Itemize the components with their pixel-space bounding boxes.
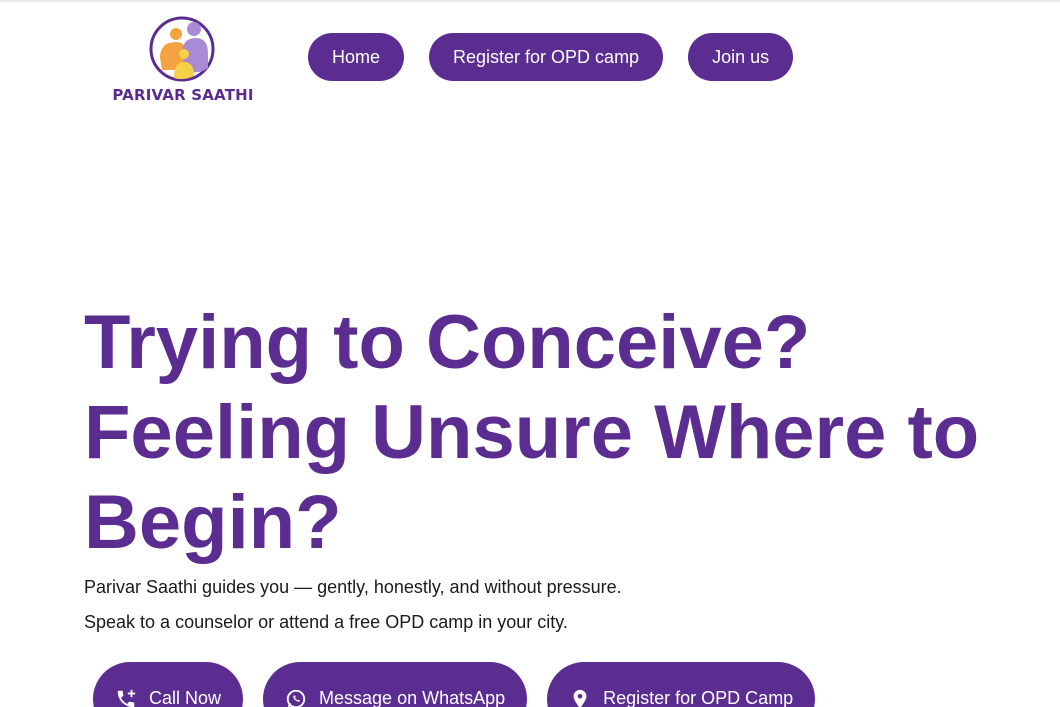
top-divider <box>0 0 1060 2</box>
family-circle-logo-icon <box>149 16 215 82</box>
whatsapp-button[interactable]: Message on WhatsApp <box>263 662 528 707</box>
phone-plus-icon <box>115 688 137 707</box>
nav-home-button[interactable]: Home <box>308 33 405 81</box>
call-now-label: Call Now <box>149 688 222 707</box>
nav-join-us-button[interactable]: Join us <box>688 33 794 81</box>
main-nav: Home Register for OPD camp Join us <box>308 33 794 81</box>
hero-title: Trying to Conceive? Feeling Unsure Where… <box>84 298 1024 568</box>
hero-subtitle-1: Parivar Saathi guides you — gently, hone… <box>84 577 622 597</box>
brand-name: PARIVAR SAATHI <box>112 86 254 104</box>
page: PARIVAR SAATHI Home Register for OPD cam… <box>0 0 1060 707</box>
call-now-button[interactable]: Call Now <box>93 662 244 707</box>
register-opd-camp-label: Register for OPD Camp <box>603 688 794 707</box>
cta-row: Call Now Message on WhatsApp Register fo… <box>93 662 816 707</box>
hero-title-line-3: Begin? <box>84 480 342 565</box>
nav-register-opd-button[interactable]: Register for OPD camp <box>429 33 664 81</box>
location-pin-icon <box>569 688 591 707</box>
hero-title-line-2: Feeling Unsure Where to <box>84 390 980 475</box>
hero-subtitle-2: Speak to a counselor or attend a free OP… <box>84 612 568 632</box>
brand-logo[interactable]: PARIVAR SAATHI <box>110 14 256 106</box>
whatsapp-icon <box>285 688 307 707</box>
register-opd-camp-button[interactable]: Register for OPD Camp <box>547 662 816 707</box>
whatsapp-label: Message on WhatsApp <box>319 688 506 707</box>
hero-title-line-1: Trying to Conceive? <box>84 300 811 385</box>
